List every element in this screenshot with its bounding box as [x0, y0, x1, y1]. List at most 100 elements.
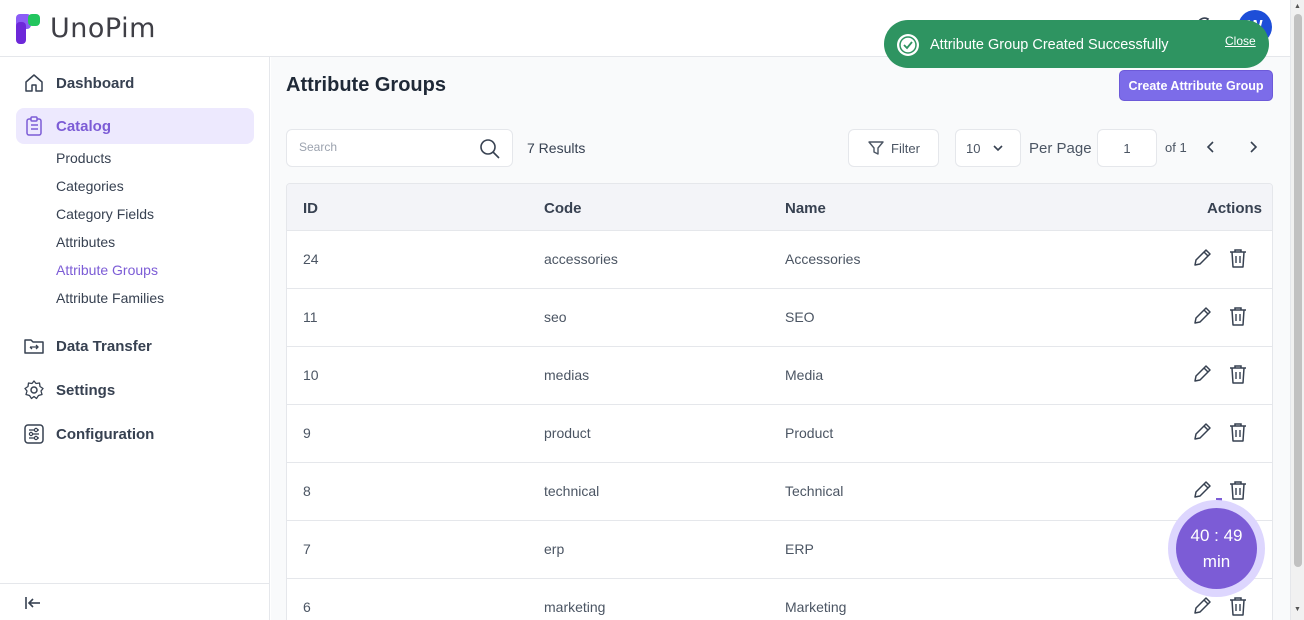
cell-code: seo: [544, 309, 567, 325]
unopim-logo-icon: [16, 13, 46, 44]
delete-icon[interactable]: [1227, 247, 1249, 269]
cell-id: 6: [303, 599, 311, 615]
cell-code: erp: [544, 541, 565, 557]
table-row: 24 accessories Accessories: [287, 231, 1272, 289]
sidebar-subitem-attributes[interactable]: Attributes: [56, 234, 115, 250]
toast-close-button[interactable]: Close: [1225, 34, 1256, 48]
sidebar-subitem-category-fields[interactable]: Category Fields: [56, 206, 154, 222]
table-row: 10 medias Media: [287, 347, 1272, 405]
page-title: Attribute Groups: [286, 74, 446, 96]
sidebar-item-dashboard[interactable]: Dashboard: [16, 65, 254, 101]
table-row: 8 technical Technical: [287, 463, 1272, 521]
cell-name: Accessories: [785, 251, 861, 267]
header-name[interactable]: Name: [785, 200, 826, 217]
page-number-input[interactable]: [1097, 129, 1157, 167]
cell-name: SEO: [785, 309, 815, 325]
create-attribute-group-button[interactable]: Create Attribute Group: [1119, 70, 1273, 101]
scroll-down-arrow-icon[interactable]: ▼: [1294, 606, 1301, 613]
cell-name: Technical: [785, 483, 844, 499]
per-page-value: 10: [966, 141, 981, 156]
sidebar-subitem-products[interactable]: Products: [56, 150, 111, 166]
page-scrollbar[interactable]: ▲ ▼: [1290, 0, 1304, 620]
chevron-right-icon[interactable]: [1245, 139, 1261, 155]
header-code[interactable]: Code: [544, 200, 582, 217]
cell-name: Media: [785, 367, 824, 383]
timer-time: 40 : 49: [1190, 525, 1243, 545]
table-header: ID Code Name Actions: [287, 184, 1272, 231]
success-toast: Attribute Group Created Successfully Clo…: [884, 20, 1269, 68]
delete-icon[interactable]: [1227, 363, 1249, 385]
cell-name: Marketing: [785, 599, 847, 615]
logo-text: UnoPim: [50, 13, 156, 44]
sidebar-item-catalog[interactable]: Catalog: [16, 108, 254, 144]
gear-icon: [22, 378, 46, 402]
clipboard-icon: [22, 114, 46, 138]
per-page-select[interactable]: 10: [955, 129, 1021, 167]
delete-icon[interactable]: [1227, 421, 1249, 443]
timer-widget[interactable]: 40 : 49 min: [1168, 500, 1265, 597]
cell-id: 11: [303, 309, 318, 325]
table-row: 7 erp ERP: [287, 521, 1272, 579]
filter-button[interactable]: Filter: [848, 129, 939, 167]
sidebar: Dashboard Catalog Products Categories Ca…: [0, 57, 270, 620]
sidebar-item-label: Dashboard: [56, 74, 135, 92]
sidebar-subitem-attribute-families[interactable]: Attribute Families: [56, 290, 164, 306]
attribute-groups-table: ID Code Name Actions 24 accessories Access…: [286, 183, 1273, 620]
cell-code: accessories: [544, 251, 618, 267]
logo[interactable]: UnoPim: [16, 13, 156, 44]
sidebar-item-label: Catalog: [56, 117, 112, 135]
check-circle-icon: [897, 34, 919, 56]
edit-icon[interactable]: [1191, 421, 1213, 443]
chevron-down-icon: [993, 145, 1003, 152]
table-row: 6 marketing Marketing: [287, 579, 1272, 620]
search-box: [286, 129, 513, 167]
edit-icon[interactable]: [1191, 247, 1213, 269]
header-actions: Actions: [1207, 200, 1263, 217]
collapse-sidebar-icon[interactable]: [24, 594, 42, 612]
sidebar-subitem-attribute-groups[interactable]: Attribute Groups: [56, 262, 158, 278]
table-row: 11 seo SEO: [287, 289, 1272, 347]
home-icon: [22, 71, 46, 95]
cell-id: 8: [303, 483, 311, 499]
sidebar-item-label: Data Transfer: [56, 337, 152, 355]
header-id[interactable]: ID: [303, 200, 318, 217]
cell-code: medias: [544, 367, 590, 383]
edit-icon[interactable]: [1191, 479, 1213, 501]
results-count: 7 Results: [527, 140, 586, 156]
delete-icon[interactable]: [1227, 595, 1249, 617]
delete-icon[interactable]: [1227, 305, 1249, 327]
cell-id: 24: [303, 251, 319, 267]
cell-name: ERP: [785, 541, 814, 557]
table-row: 9 product Product: [287, 405, 1272, 463]
scroll-up-arrow-icon[interactable]: ▲: [1294, 3, 1301, 10]
edit-icon[interactable]: [1191, 363, 1213, 385]
edit-icon[interactable]: [1191, 595, 1213, 617]
cell-id: 7: [303, 541, 311, 557]
sidebar-item-label: Configuration: [56, 425, 155, 443]
sidebar-item-label: Settings: [56, 381, 116, 399]
sidebar-item-settings[interactable]: Settings: [16, 372, 254, 408]
folder-transfer-icon: [22, 334, 46, 358]
filter-icon: [868, 141, 884, 155]
edit-icon[interactable]: [1191, 305, 1213, 327]
sliders-icon: [22, 422, 46, 446]
sidebar-footer: [0, 583, 270, 620]
delete-icon[interactable]: [1227, 479, 1249, 501]
sidebar-subitem-categories[interactable]: Categories: [56, 178, 124, 194]
filter-label: Filter: [891, 140, 920, 156]
cell-id: 10: [303, 367, 319, 383]
toast-message: Attribute Group Created Successfully: [930, 37, 1169, 53]
page-total: of 1: [1165, 140, 1187, 155]
chevron-left-icon[interactable]: [1203, 139, 1219, 155]
cell-name: Product: [785, 425, 834, 441]
per-page-label: Per Page: [1029, 140, 1092, 157]
cell-code: marketing: [544, 599, 606, 615]
main-content: Attribute Groups Create Attribute Group …: [271, 57, 1290, 620]
search-icon[interactable]: [479, 138, 501, 160]
cell-id: 9: [303, 425, 311, 441]
search-input[interactable]: [299, 140, 469, 154]
scroll-thumb[interactable]: [1294, 14, 1302, 567]
sidebar-item-configuration[interactable]: Configuration: [16, 416, 254, 452]
sidebar-item-data-transfer[interactable]: Data Transfer: [16, 328, 254, 364]
cell-code: product: [544, 425, 591, 441]
